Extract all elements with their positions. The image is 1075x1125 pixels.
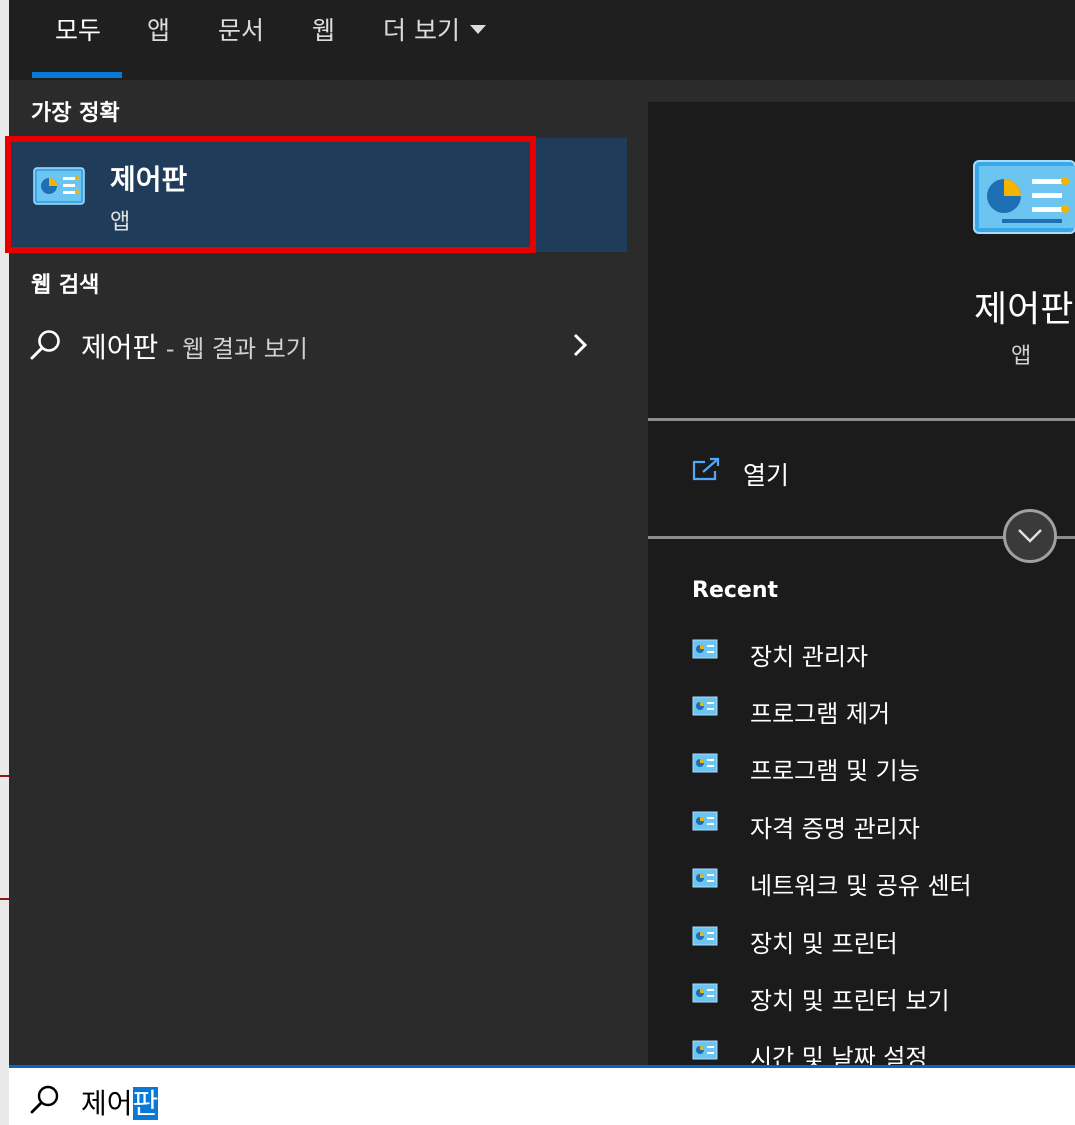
search-icon (30, 1085, 59, 1114)
control-panel-icon (692, 983, 718, 1003)
tab-apps[interactable]: 앱 (147, 16, 170, 56)
recent-item-label: 프로그램 및 기능 (750, 757, 920, 785)
start-search-panel: 모두 앱 문서 웹 더 보기 가장 정확 제어판 앱 웹 검색 제어판 - 웹 … (5, 0, 1075, 1072)
control-panel-icon (973, 160, 1075, 234)
open-action[interactable]: 열기 (648, 442, 1075, 502)
best-match-heading: 가장 정확 (31, 101, 120, 126)
control-panel-icon (692, 868, 718, 888)
web-search-text: 제어판 - 웹 결과 보기 (81, 326, 308, 366)
chevron-right-icon (573, 333, 588, 357)
expand-button[interactable] (1003, 509, 1057, 563)
control-panel-icon (692, 1040, 718, 1060)
control-panel-icon (692, 639, 718, 659)
background-line (0, 775, 9, 777)
open-label: 열기 (743, 461, 790, 490)
recent-item-label: 자격 증명 관리자 (750, 815, 920, 843)
recent-item-label: 장치 관리자 (750, 643, 869, 671)
recent-item-label: 네트워크 및 공유 센터 (750, 872, 972, 900)
recent-item[interactable]: 장치 및 프린터 (692, 924, 1072, 964)
preview-title: 제어판 (974, 289, 1074, 330)
preview-subtitle: 앱 (1011, 344, 1032, 369)
search-selected-text: 판 (132, 1087, 159, 1120)
control-panel-icon (692, 811, 718, 831)
recent-item[interactable]: 자격 증명 관리자 (692, 809, 1072, 849)
best-match-title: 제어판 (110, 163, 188, 196)
filter-tab-bar: 모두 앱 문서 웹 더 보기 (9, 0, 1075, 80)
control-panel-icon (33, 167, 85, 205)
web-search-suffix: - 웹 결과 보기 (158, 335, 308, 363)
recent-item[interactable]: 장치 및 프린터 보기 (692, 981, 1072, 1021)
best-match-subtitle: 앱 (110, 210, 131, 235)
background-line (0, 898, 9, 900)
tab-more-label: 더 보기 (383, 16, 460, 45)
best-match-result[interactable]: 제어판 앱 (5, 136, 627, 253)
active-tab-indicator (32, 72, 122, 78)
recent-item[interactable]: 네트워크 및 공유 센터 (692, 866, 1072, 906)
preview-pane: 제어판 앱 열기 Recent 장치 관리자 프로그램 제거 프로그램 및 기능… (648, 102, 1075, 1072)
control-panel-icon (692, 926, 718, 946)
search-box[interactable]: 제어판 (9, 1065, 1075, 1125)
chevron-down-icon (1018, 529, 1042, 543)
search-input[interactable]: 제어판 (81, 1082, 159, 1122)
divider (648, 418, 1075, 421)
tab-web[interactable]: 웹 (312, 16, 335, 56)
open-external-icon (692, 457, 720, 481)
search-typed-text: 제어 (81, 1087, 133, 1120)
recent-item-label: 프로그램 제거 (750, 700, 891, 728)
recent-item[interactable]: 프로그램 및 기능 (692, 751, 1072, 791)
control-panel-icon (692, 753, 718, 773)
search-icon (30, 330, 60, 360)
web-search-result[interactable]: 제어판 - 웹 결과 보기 (9, 316, 627, 372)
tab-documents[interactable]: 문서 (218, 16, 264, 56)
recent-item[interactable]: 장치 관리자 (692, 637, 1072, 677)
tab-more[interactable]: 더 보기 (383, 16, 486, 56)
recent-heading: Recent (692, 578, 779, 603)
background-window-edge (0, 0, 9, 1125)
web-search-heading: 웹 검색 (31, 273, 100, 298)
tab-all[interactable]: 모두 (55, 16, 101, 56)
web-search-query: 제어판 (81, 331, 159, 364)
control-panel-icon (692, 696, 718, 716)
recent-item-label: 장치 및 프린터 (750, 930, 898, 958)
caret-down-icon (469, 24, 486, 34)
recent-item-label: 장치 및 프린터 보기 (750, 987, 950, 1015)
recent-item[interactable]: 프로그램 제거 (692, 694, 1072, 734)
